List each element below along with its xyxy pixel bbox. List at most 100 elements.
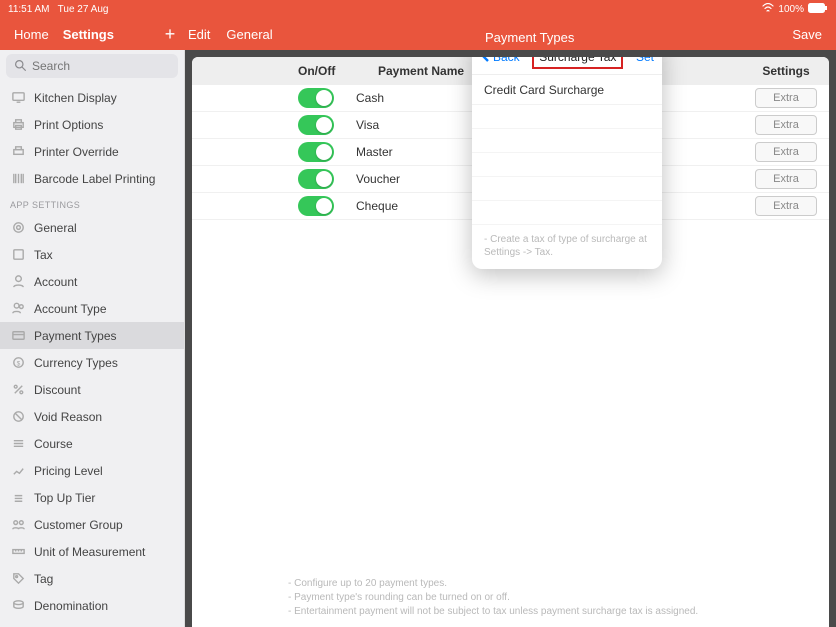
status-bar: 11:51 AM Tue 27 Aug 100% <box>0 0 836 18</box>
sidebar-item-topup[interactable]: Top Up Tier <box>0 484 184 511</box>
svg-text:$: $ <box>16 360 20 367</box>
sheet: On/Off Payment Name Settings Cash Extra … <box>192 57 829 627</box>
sidebar-item-label: General <box>34 221 77 235</box>
ruler-icon <box>10 544 26 560</box>
sidebar-item-discount[interactable]: Discount <box>0 376 184 403</box>
sidebar-item-print-options[interactable]: Print Options <box>0 111 184 138</box>
sidebar-item-label: Customer Group <box>34 518 123 532</box>
status-right: 100% <box>762 3 828 16</box>
toggle-switch[interactable] <box>298 169 334 189</box>
sidebar-item-label: Unit of Measurement <box>34 545 145 559</box>
toggle-switch[interactable] <box>298 196 334 216</box>
battery-icon <box>808 3 828 16</box>
set-button[interactable]: Set <box>636 57 654 64</box>
users-icon <box>10 301 26 317</box>
toggle-switch[interactable] <box>298 115 334 135</box>
toggle-switch[interactable] <box>298 142 334 162</box>
printer-override-icon <box>10 144 26 160</box>
tag-icon <box>10 571 26 587</box>
search-wrap <box>0 50 184 84</box>
toggle-switch[interactable] <box>298 88 334 108</box>
sidebar-item-label: Kitchen Display <box>34 91 117 105</box>
extra-button[interactable]: Extra <box>755 196 817 216</box>
back-button[interactable]: Back <box>480 57 520 64</box>
sidebar-item-label: Discount <box>34 383 81 397</box>
status-date: Tue 27 Aug <box>58 4 109 15</box>
sidebar: Kitchen Display Print Options Printer Ov… <box>0 50 185 627</box>
popover-blank-row <box>472 201 662 225</box>
sidebar-item-timer[interactable]: Timer <box>0 619 184 627</box>
footnotes: - Configure up to 20 payment types. - Pa… <box>288 577 698 619</box>
sidebar-item-tax[interactable]: Tax <box>0 241 184 268</box>
edit-button[interactable]: Edit <box>178 27 220 42</box>
sidebar-item-label: Barcode Label Printing <box>34 172 155 186</box>
sidebar-item-label: Account <box>34 275 77 289</box>
main: Payment Types On/Off Payment Name Settin… <box>185 50 836 627</box>
coins-icon <box>10 598 26 614</box>
gear-icon <box>10 220 26 236</box>
popover-header: Back Surcharge Tax Set <box>472 57 662 75</box>
sidebar-item-currency[interactable]: $ Currency Types <box>0 349 184 376</box>
sidebar-item-label: Denomination <box>34 599 108 613</box>
barcode-icon <box>10 171 26 187</box>
display-icon <box>10 90 26 106</box>
percent-icon <box>10 382 26 398</box>
printer-icon <box>10 117 26 133</box>
sidebar-item-course[interactable]: Course <box>0 430 184 457</box>
sidebar-item-printer-override[interactable]: Printer Override <box>0 138 184 165</box>
top-bar: Home Settings + Edit General Save <box>0 18 836 50</box>
sidebar-item-label: Pricing Level <box>34 464 103 478</box>
sidebar-item-label: Top Up Tier <box>34 491 95 505</box>
footnote-line: - Configure up to 20 payment types. <box>288 577 698 591</box>
sidebar-item-label: Payment Types <box>34 329 117 343</box>
popover-blank-row <box>472 105 662 129</box>
sidebar-item-account-type[interactable]: Account Type <box>0 295 184 322</box>
chevron-left-icon <box>480 57 492 63</box>
sidebar-item-account[interactable]: Account <box>0 268 184 295</box>
sidebar-item-payment-types[interactable]: Payment Types <box>0 322 184 349</box>
sidebar-item-label: Printer Override <box>34 145 119 159</box>
popover-blank-row <box>472 177 662 201</box>
sidebar-item-general[interactable]: General <box>0 214 184 241</box>
add-button[interactable]: + <box>162 26 178 42</box>
general-button[interactable]: General <box>220 27 278 42</box>
extra-button[interactable]: Extra <box>755 115 817 135</box>
footnote-line: - Payment type's rounding can be turned … <box>288 591 698 605</box>
user-icon <box>10 274 26 290</box>
sidebar-item-kitchen-display[interactable]: Kitchen Display <box>0 84 184 111</box>
tax-icon <box>10 247 26 263</box>
popover-blank-row <box>472 153 662 177</box>
sidebar-item-label: Course <box>34 437 73 451</box>
void-icon <box>10 409 26 425</box>
sidebar-item-label: Print Options <box>34 118 103 132</box>
battery-pct: 100% <box>778 4 804 15</box>
extra-button[interactable]: Extra <box>755 142 817 162</box>
search-icon <box>14 59 27 72</box>
sidebar-item-barcode[interactable]: Barcode Label Printing <box>0 165 184 192</box>
sidebar-item-label: Account Type <box>34 302 107 316</box>
card-icon <box>10 328 26 344</box>
course-icon <box>10 436 26 452</box>
save-button[interactable]: Save <box>778 27 836 42</box>
popover-item[interactable]: Credit Card Surcharge <box>472 75 662 105</box>
pricing-icon <box>10 463 26 479</box>
popover-note: - Create a tax of type of surcharge at S… <box>472 225 662 259</box>
search-input[interactable] <box>6 54 178 78</box>
sidebar-item-tag[interactable]: Tag <box>0 565 184 592</box>
col-onoff: On/Off <box>298 64 378 78</box>
surcharge-popover: Back Surcharge Tax Set Credit Card Surch… <box>472 57 662 269</box>
sidebar-item-uom[interactable]: Unit of Measurement <box>0 538 184 565</box>
sidebar-item-denomination[interactable]: Denomination <box>0 592 184 619</box>
extra-button[interactable]: Extra <box>755 88 817 108</box>
sidebar-item-void[interactable]: Void Reason <box>0 403 184 430</box>
sidebar-item-pricing[interactable]: Pricing Level <box>0 457 184 484</box>
col-settings: Settings <box>743 64 829 78</box>
currency-icon: $ <box>10 355 26 371</box>
extra-button[interactable]: Extra <box>755 169 817 189</box>
page-title: Payment Types <box>485 30 574 45</box>
sidebar-item-label: Currency Types <box>34 356 118 370</box>
popover-blank-row <box>472 129 662 153</box>
status-time: 11:51 AM <box>8 4 50 15</box>
sidebar-item-customer-group[interactable]: Customer Group <box>0 511 184 538</box>
home-button[interactable]: Home <box>0 27 63 42</box>
